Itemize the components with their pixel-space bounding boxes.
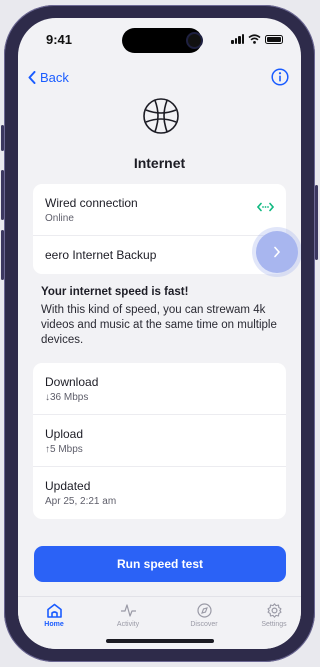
ethernet-icon (257, 202, 274, 212)
info-icon[interactable] (271, 68, 289, 86)
download-label: Download (45, 375, 99, 389)
upload-row: Upload ↑5 Mbps (33, 415, 286, 467)
tab-activity[interactable]: Activity (98, 603, 158, 628)
upload-value: ↑5 Mbps (45, 444, 83, 455)
volume-up-button (1, 170, 4, 220)
tab-discover[interactable]: Discover (174, 603, 234, 628)
wired-connection-label: Wired connection (45, 196, 138, 210)
home-icon (46, 603, 62, 618)
page-title: Internet (133, 155, 186, 171)
run-speed-test-button[interactable]: Run speed test (34, 546, 286, 582)
screen: 9:41 Back Internet Wired connection Onli… (18, 18, 301, 649)
speed-description: With this kind of speed, you can strewam… (41, 304, 277, 346)
tab-activity-label: Activity (116, 621, 140, 628)
power-button (315, 185, 318, 260)
updated-value: Apr 25, 2:21 am (45, 496, 117, 507)
connections-card: Wired connection Online eero Internet Ba… (33, 184, 286, 274)
download-value: ↓36 Mbps (45, 392, 89, 403)
upload-label: Upload (45, 427, 84, 441)
chevron-left-icon (28, 71, 36, 84)
globe-icon (143, 98, 179, 134)
battery-icon (265, 34, 283, 44)
updated-label: Updated (45, 479, 91, 493)
tab-settings-label: Settings (261, 621, 287, 628)
mute-switch (1, 125, 4, 151)
wifi-icon (248, 34, 261, 44)
wired-connection-row[interactable]: Wired connection Online (33, 184, 286, 236)
status-time: 9:41 (46, 32, 73, 47)
tab-discover-label: Discover (190, 621, 218, 628)
internet-backup-label: eero Internet Backup (45, 248, 157, 262)
back-button[interactable]: Back (28, 70, 69, 85)
tab-home[interactable]: Home (24, 603, 84, 628)
stats-card: Download ↓36 Mbps Upload ↑5 Mbps Updated… (33, 363, 286, 519)
speed-heading: Your internet speed is fast! (41, 286, 189, 298)
status-icons (231, 34, 283, 44)
download-row: Download ↓36 Mbps (33, 363, 286, 415)
status-bar: 9:41 (18, 18, 301, 62)
activity-icon (120, 604, 136, 617)
internet-backup-chevron-button[interactable] (256, 231, 298, 273)
tab-home-label: Home (44, 621, 64, 628)
wired-connection-status: Online (45, 213, 74, 224)
updated-row: Updated Apr 25, 2:21 am (33, 467, 286, 519)
volume-down-button (1, 230, 4, 280)
gear-icon (266, 603, 282, 618)
internet-backup-row[interactable]: eero Internet Backup (33, 236, 286, 274)
camera-dot (186, 32, 203, 49)
compass-icon (196, 603, 212, 618)
cellular-signal-icon (231, 34, 244, 44)
chevron-right-icon (274, 246, 281, 258)
home-indicator (106, 639, 214, 643)
tab-settings[interactable]: Settings (244, 603, 301, 628)
phone-frame: 9:41 Back Internet Wired connection Onli… (1, 5, 318, 662)
back-label: Back (40, 70, 69, 85)
